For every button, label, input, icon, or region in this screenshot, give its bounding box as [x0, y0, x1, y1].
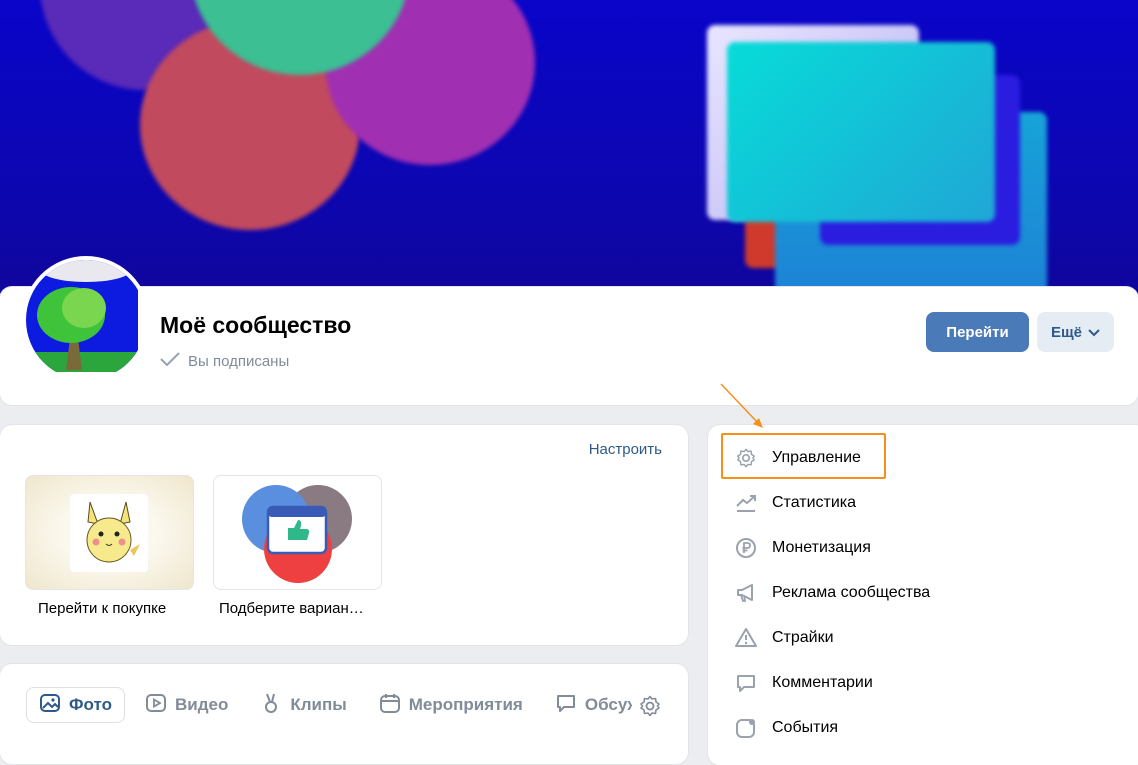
gear-icon [638, 695, 662, 722]
tab-clips[interactable]: Клипы [248, 688, 358, 722]
widget-tile-purchase[interactable] [25, 475, 194, 590]
tabs-settings-button[interactable] [638, 694, 662, 723]
menu-item-statistics[interactable]: Статистика [734, 490, 856, 516]
content-panel: Фото Видео Клипы Мероприятия Обсу [0, 664, 688, 764]
more-button-label: Ещё [1050, 323, 1082, 341]
content-tabs: Фото Видео Клипы Мероприятия Обсу [26, 687, 632, 723]
tab-label: Клипы [290, 695, 347, 714]
tab-label: Мероприятия [408, 695, 523, 714]
tab-photo[interactable]: Фото [26, 687, 125, 723]
tab-events[interactable]: Мероприятия [367, 688, 535, 722]
events-icon [734, 716, 758, 740]
menu-item-ads[interactable]: Реклама сообщества [734, 580, 930, 606]
community-title: Моё сообщество [160, 312, 352, 338]
tab-label: Обсуж [584, 695, 632, 714]
calendar-icon [379, 692, 401, 719]
thumbs-up-promo-image [242, 485, 352, 583]
menu-item-strikes[interactable]: Страйки [734, 625, 834, 651]
tab-label: Фото [69, 695, 112, 714]
video-icon [145, 692, 167, 719]
open-button[interactable]: Перейти [926, 312, 1029, 352]
menu-item-events[interactable]: События [734, 715, 838, 741]
comment-icon [734, 671, 758, 695]
menu-item-label: Монетизация [772, 539, 871, 556]
pikachu-image [70, 494, 148, 572]
tab-discussions[interactable]: Обсуж [543, 688, 632, 722]
widget-tile-choose[interactable] [213, 475, 382, 590]
megaphone-icon [734, 581, 758, 605]
subscription-status-label: Вы подписаны [188, 352, 290, 370]
pointer-arrow-icon [715, 380, 775, 441]
menu-item-label: Реклама сообщества [772, 584, 931, 601]
cover-decor-card [727, 42, 995, 222]
community-avatar[interactable] [22, 256, 150, 384]
menu-item-monetization[interactable]: Монетизация [734, 535, 871, 561]
subscription-status[interactable]: Вы подписаны [160, 352, 289, 370]
photo-icon [39, 692, 61, 719]
menu-item-label: Комментарии [772, 674, 873, 691]
content-tabs-viewport: Фото Видео Клипы Мероприятия Обсу [0, 664, 632, 744]
widget-tile-caption[interactable]: Подберите вариан… [219, 600, 364, 617]
clips-icon [260, 692, 282, 719]
tab-video[interactable]: Видео [133, 688, 240, 722]
community-cover [0, 0, 1138, 300]
menu-item-label: Статистика [772, 494, 857, 511]
widget-tile-caption[interactable]: Перейти к покупке [38, 600, 166, 617]
menu-item-label: Страйки [772, 629, 834, 646]
tab-label: Видео [174, 695, 229, 714]
configure-link[interactable]: Настроить [589, 441, 662, 458]
discussion-icon [555, 692, 577, 719]
menu-item-comments[interactable]: Комментарии [734, 670, 873, 696]
warning-icon [734, 626, 758, 650]
check-icon [160, 352, 180, 370]
chevron-down-icon [1088, 324, 1100, 341]
tree-avatar-image [26, 260, 138, 372]
menu-item-label: События [772, 719, 839, 736]
more-button[interactable]: Ещё [1037, 312, 1114, 352]
ruble-icon [734, 536, 758, 560]
widgets-panel: Настроить Перейти к покупке Подберите ва… [0, 425, 688, 645]
stats-icon [734, 491, 758, 515]
